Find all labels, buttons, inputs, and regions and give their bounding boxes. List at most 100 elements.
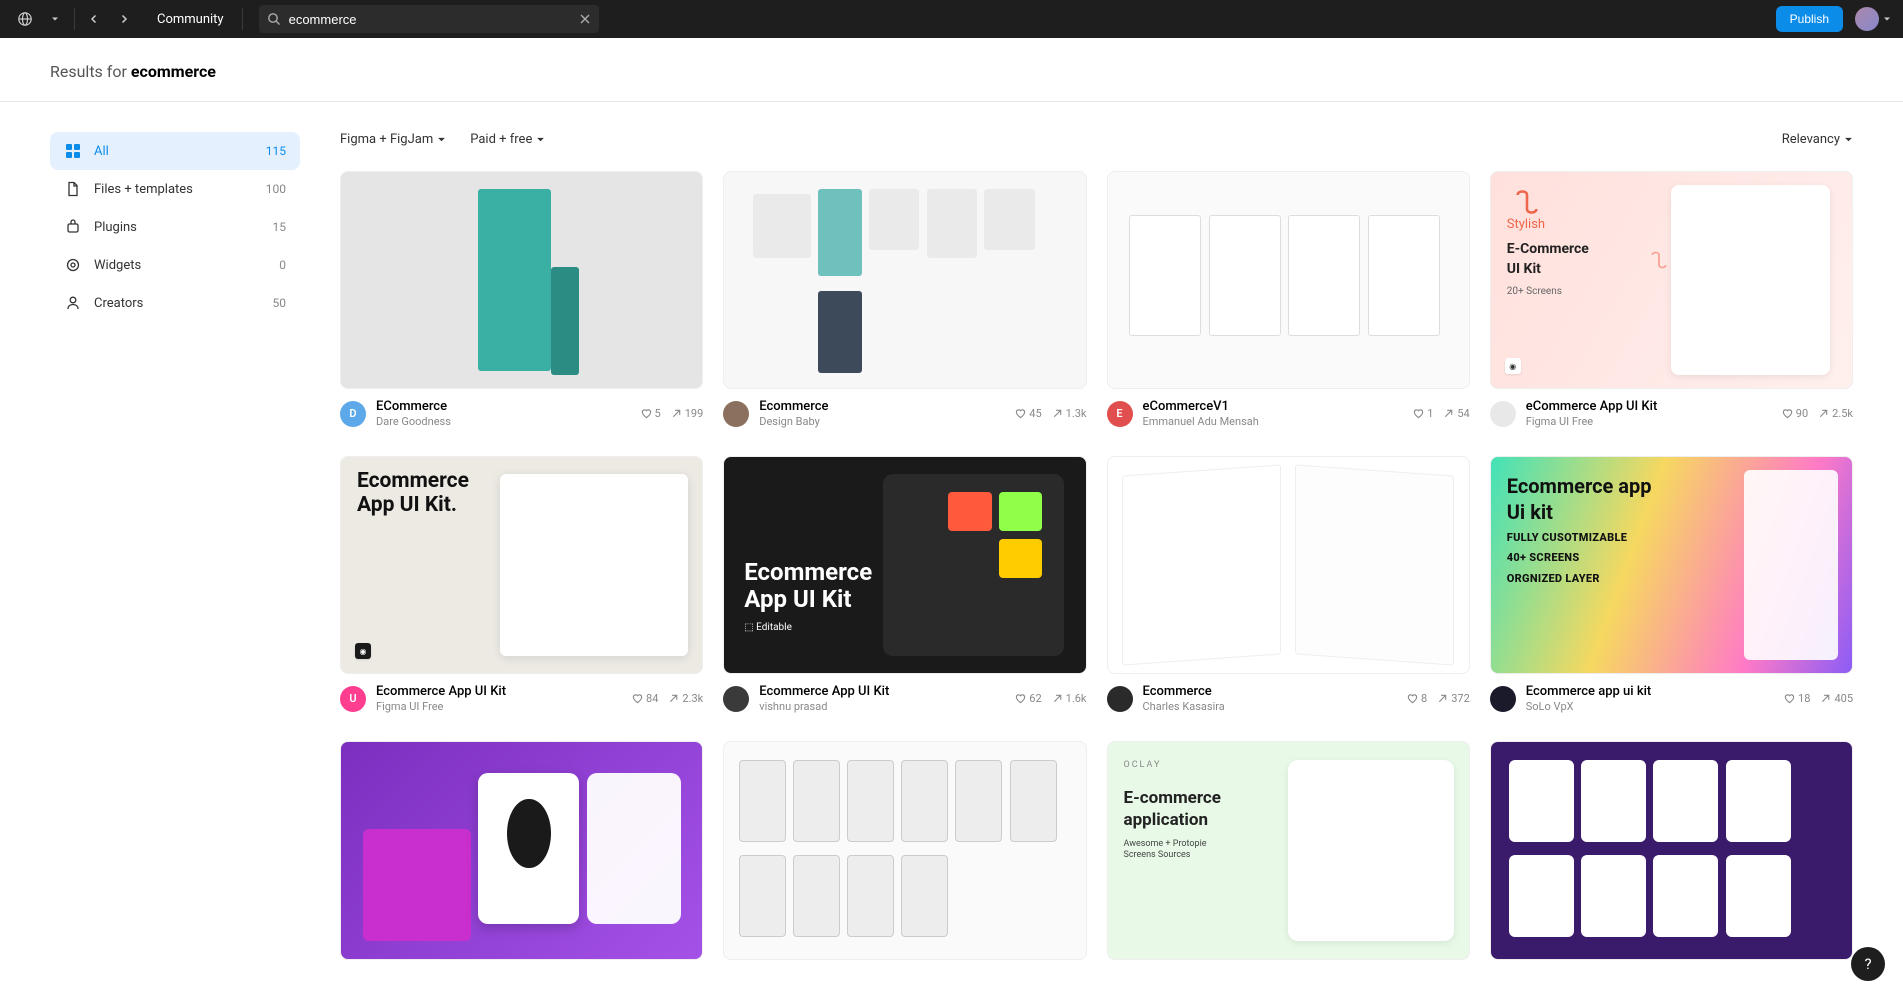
sidebar-item-creators[interactable]: Creators 50 <box>50 284 300 322</box>
likes-count: 90 <box>1796 407 1808 420</box>
card-meta: E eCommerceV1 Emmanuel Adu Mensah 1 54 <box>1107 399 1470 428</box>
card-text: Ecommerce App UI Kit Figma UI Free <box>376 684 506 713</box>
uses-stat: 2.3k <box>668 692 703 705</box>
help-button[interactable]: ? <box>1851 947 1885 981</box>
author-avatar[interactable] <box>1490 401 1516 427</box>
search-input[interactable] <box>289 12 571 27</box>
card-thumbnail[interactable]: EcommerceApp UI Kit⬚ Editable <box>723 456 1086 674</box>
heart-icon <box>1015 693 1026 704</box>
card-text: eCommerce App UI Kit Figma UI Free <box>1526 399 1658 428</box>
author-avatar[interactable] <box>1107 686 1133 712</box>
sidebar-item-all[interactable]: All 115 <box>50 132 300 170</box>
community-label[interactable]: Community <box>145 12 236 27</box>
card-thumbnail[interactable] <box>1107 171 1470 389</box>
card-meta: Ecommerce Design Baby 45 1.3k <box>723 399 1086 428</box>
file-icon <box>64 180 82 198</box>
plugin-icon <box>64 218 82 236</box>
card-thumbnail[interactable]: Ecommerce appUi kitFULLY CUSOTMIZABLE40+… <box>1490 456 1853 674</box>
card-author: vishnu prasad <box>759 700 889 713</box>
card-author: Figma UI Free <box>376 700 506 713</box>
globe-menu-button[interactable] <box>12 6 38 32</box>
filter-price[interactable]: Paid + free <box>470 132 545 147</box>
card-title: Ecommerce App UI Kit <box>759 684 889 699</box>
result-card[interactable]: Ecommerce Charles Kasasira 8 372 <box>1107 456 1470 713</box>
card-thumbnail[interactable] <box>340 741 703 959</box>
sidebar-item-label: All <box>94 144 109 159</box>
result-card[interactable]: EcommerceApp UI Kit⬚ Editable Ecommerce … <box>723 456 1086 713</box>
uses-icon <box>1820 693 1831 704</box>
nav-forward-button[interactable] <box>111 6 137 32</box>
chevron-right-icon <box>119 14 129 24</box>
card-meta: D ECommerce Dare Goodness 5 199 <box>340 399 703 428</box>
result-card[interactable]: StylishE-CommerceUI Kit20+ Screens◉ eCom… <box>1490 171 1853 428</box>
card-author: Dare Goodness <box>376 415 451 428</box>
sidebar-item-files[interactable]: Files + templates 100 <box>50 170 300 208</box>
card-thumbnail[interactable] <box>1107 456 1470 674</box>
card-text: Ecommerce Design Baby <box>759 399 828 428</box>
person-icon <box>64 294 82 312</box>
sidebar-item-count: 15 <box>273 220 287 234</box>
result-card[interactable]: OCLAYE-commerceapplicationAwesome + Prot… <box>1107 741 1470 959</box>
sidebar-item-count: 115 <box>266 144 286 158</box>
result-card[interactable]: E eCommerceV1 Emmanuel Adu Mensah 1 54 <box>1107 171 1470 428</box>
uses-count: 2.5k <box>1832 407 1853 420</box>
author-avatar[interactable]: D <box>340 401 366 427</box>
author-avatar[interactable] <box>723 401 749 427</box>
account-menu[interactable] <box>1855 7 1891 31</box>
author-avatar[interactable] <box>1490 686 1516 712</box>
divider <box>242 8 243 30</box>
sidebar-item-widgets[interactable]: Widgets 0 <box>50 246 300 284</box>
filter-product[interactable]: Figma + FigJam <box>340 132 446 147</box>
heart-icon <box>1407 693 1418 704</box>
result-card[interactable] <box>340 741 703 959</box>
sort-dropdown[interactable]: Relevancy <box>1782 132 1853 147</box>
result-card[interactable]: Ecommerce appUi kitFULLY CUSOTMIZABLE40+… <box>1490 456 1853 713</box>
card-thumbnail[interactable]: OCLAYE-commerceapplicationAwesome + Prot… <box>1107 741 1470 959</box>
card-thumbnail[interactable] <box>723 741 1086 959</box>
chevron-left-icon <box>89 14 99 24</box>
uses-stat: 2.5k <box>1818 407 1853 420</box>
author-avatar[interactable] <box>723 686 749 712</box>
result-card[interactable]: EcommerceApp UI Kit.◉ U Ecommerce App UI… <box>340 456 703 713</box>
chevron-down-icon <box>536 135 545 144</box>
clear-search-icon[interactable] <box>579 13 591 25</box>
card-text: Ecommerce App UI Kit vishnu prasad <box>759 684 889 713</box>
card-thumbnail[interactable] <box>340 171 703 389</box>
card-meta: Ecommerce app ui kit SoLo VpX 18 405 <box>1490 684 1853 713</box>
likes-stat: 1 <box>1413 407 1433 420</box>
author-avatar[interactable]: E <box>1107 401 1133 427</box>
likes-count: 8 <box>1421 692 1427 705</box>
uses-icon <box>1052 408 1063 419</box>
results-header: Results for ecommerce <box>0 38 1903 102</box>
publish-button[interactable]: Publish <box>1776 6 1843 32</box>
card-meta: Ecommerce Charles Kasasira 8 372 <box>1107 684 1470 713</box>
card-thumbnail[interactable] <box>723 171 1086 389</box>
heart-icon <box>1782 408 1793 419</box>
card-thumbnail[interactable]: EcommerceApp UI Kit.◉ <box>340 456 703 674</box>
chevron-down-icon <box>1883 15 1891 23</box>
heart-icon <box>632 693 643 704</box>
sidebar-item-plugins[interactable]: Plugins 15 <box>50 208 300 246</box>
result-card[interactable]: D ECommerce Dare Goodness 5 199 <box>340 171 703 428</box>
uses-stat: 1.6k <box>1052 692 1087 705</box>
card-thumbnail[interactable]: StylishE-CommerceUI Kit20+ Screens◉ <box>1490 171 1853 389</box>
main: Figma + FigJam Paid + free Relevancy D E… <box>340 132 1853 960</box>
nav-back-button[interactable] <box>81 6 107 32</box>
globe-icon <box>17 11 33 27</box>
card-thumbnail[interactable] <box>1490 741 1853 959</box>
author-avatar[interactable]: U <box>340 686 366 712</box>
uses-count: 405 <box>1834 692 1853 705</box>
result-card[interactable] <box>1490 741 1853 959</box>
topbar-right: Publish <box>1776 6 1891 32</box>
result-card[interactable]: Ecommerce Design Baby 45 1.3k <box>723 171 1086 428</box>
globe-dropdown[interactable] <box>42 6 68 32</box>
filter-price-label: Paid + free <box>470 132 532 147</box>
card-text: Ecommerce app ui kit SoLo VpX <box>1526 684 1652 713</box>
sort-label: Relevancy <box>1782 132 1840 147</box>
likes-stat: 45 <box>1015 407 1041 420</box>
result-card[interactable] <box>723 741 1086 959</box>
card-meta: Ecommerce App UI Kit vishnu prasad 62 1.… <box>723 684 1086 713</box>
widget-icon <box>64 256 82 274</box>
card-title: Ecommerce <box>1143 684 1225 699</box>
avatar <box>1855 7 1879 31</box>
